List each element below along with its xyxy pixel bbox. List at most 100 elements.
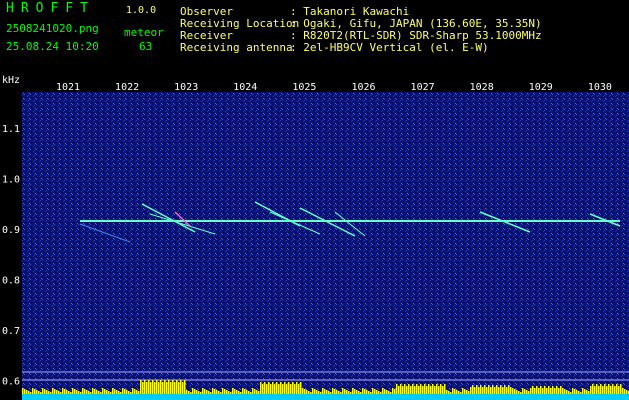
level-bar [474, 387, 476, 394]
level-bar [362, 388, 364, 394]
level-bar [456, 390, 458, 394]
file-datetime: 25.08.24 10:20 [6, 40, 99, 53]
level-bar [392, 388, 394, 394]
time-tick-label: 1026 [351, 82, 375, 93]
level-bar [562, 388, 564, 394]
level-bar [136, 390, 138, 394]
level-bar [340, 392, 342, 394]
level-bar [320, 392, 322, 394]
level-bar [438, 386, 440, 394]
level-bar [396, 384, 398, 394]
level-bar [594, 386, 596, 394]
level-bar [188, 391, 190, 394]
level-bar [54, 389, 56, 394]
level-bar [294, 384, 296, 394]
level-bar [432, 384, 434, 394]
freq-unit-label: kHz [2, 75, 20, 86]
level-bar [510, 387, 512, 394]
level-bar [248, 391, 250, 394]
level-bar [410, 386, 412, 394]
level-bar [326, 390, 328, 394]
level-bar [208, 391, 210, 394]
level-bar [160, 380, 162, 394]
level-bar [92, 388, 94, 394]
level-bar [126, 390, 128, 394]
level-bar [470, 387, 472, 394]
level-bar [532, 386, 534, 394]
level-bar [618, 386, 620, 394]
time-tick-label: 1021 [56, 82, 80, 93]
level-bar [492, 385, 494, 394]
level-bar [268, 382, 270, 394]
level-bar [86, 390, 88, 394]
level-bar [312, 388, 314, 394]
level-bar [520, 392, 522, 394]
level-bar [468, 391, 470, 394]
freq-tick-label: 0.8 [2, 276, 20, 287]
level-bar [318, 391, 320, 394]
level-bar [534, 388, 536, 394]
level-bar [260, 382, 262, 394]
level-bar [116, 390, 118, 394]
level-bar [564, 389, 566, 394]
level-bar [122, 388, 124, 394]
level-bar [322, 388, 324, 394]
level-bar [210, 392, 212, 394]
level-bar [296, 382, 298, 394]
level-bar [182, 382, 184, 394]
level-bar [22, 388, 24, 394]
level-bar [592, 384, 594, 394]
level-bar [226, 390, 228, 394]
level-bar [130, 392, 132, 394]
level-bar [124, 389, 126, 394]
level-bar [146, 382, 148, 394]
level-bar [370, 392, 372, 394]
level-bar [138, 391, 140, 394]
level-bar [24, 389, 26, 394]
level-bar [34, 389, 36, 394]
level-bar [144, 380, 146, 394]
level-bar [502, 387, 504, 394]
level-bar [120, 392, 122, 394]
app-version: 1.0.0 [126, 5, 157, 16]
level-bar [298, 384, 300, 394]
level-bar [600, 384, 602, 394]
level-bar [176, 380, 178, 394]
file-name: 2508241020.png [6, 22, 99, 35]
level-bar [66, 390, 68, 394]
level-bar [272, 382, 274, 394]
level-bar [388, 391, 390, 394]
level-bar [218, 391, 220, 394]
level-bar [552, 386, 554, 394]
level-bar [262, 384, 264, 394]
level-bar [94, 389, 96, 394]
level-bar [496, 385, 498, 394]
level-bar [504, 385, 506, 394]
level-bar [550, 388, 552, 394]
level-bar [368, 391, 370, 394]
level-bar [256, 390, 258, 394]
level-bar [74, 389, 76, 394]
level-bar [376, 390, 378, 394]
time-tick-label: 1025 [292, 82, 316, 93]
level-bar [274, 384, 276, 394]
freq-tick-label: 0.7 [2, 326, 20, 337]
level-bar [32, 388, 34, 394]
level-bar [612, 384, 614, 394]
level-bar [356, 390, 358, 394]
level-bar [460, 392, 462, 394]
level-bar [334, 389, 336, 394]
app-title: HROFFT [6, 1, 95, 16]
level-bar [448, 391, 450, 394]
level-bar [476, 385, 478, 394]
level-bar [270, 384, 272, 394]
level-bar [42, 388, 44, 394]
level-bar [418, 386, 420, 394]
level-bar [452, 388, 454, 394]
level-bar [212, 388, 214, 394]
level-bar [186, 390, 188, 394]
level-bar [184, 380, 186, 394]
level-bar [142, 382, 144, 394]
level-bar [580, 392, 582, 394]
level-bar [450, 392, 452, 394]
